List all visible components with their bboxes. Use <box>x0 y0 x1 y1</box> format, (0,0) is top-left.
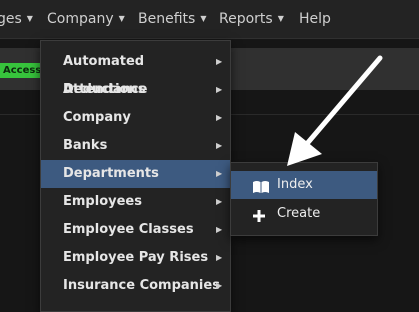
nav-menu-pages[interactable]: ges ▼ <box>0 0 33 38</box>
caret-right-icon: ▶ <box>216 141 223 150</box>
nav-menu-help-label: Help <box>299 11 331 27</box>
nav-menu-help[interactable]: Help <box>299 0 331 38</box>
menu-item-employee-pay-rises[interactable]: Employee Pay Rises ▶ <box>41 244 230 272</box>
caret-right-icon: ▶ <box>216 281 223 290</box>
nav-menu-company-label: Company <box>47 11 114 27</box>
menu-item-company[interactable]: Company ▶ <box>41 104 230 132</box>
menu-item-insurance-companies[interactable]: Insurance Companies ▶ <box>41 272 230 300</box>
menu-item-automated-deductions[interactable]: Automated Deductions ▶ <box>41 48 230 97</box>
caret-right-icon: ▶ <box>216 113 223 122</box>
menu-item-label: Departments <box>63 166 159 181</box>
nav-menu-benefits[interactable]: Benefits ▼ <box>138 0 206 38</box>
nav-menu-benefits-label: Benefits <box>138 11 196 27</box>
access-badge: Access <box>0 63 45 78</box>
submenu-item-create[interactable]: Create <box>231 200 377 228</box>
menu-item-label: Employee Pay Rises <box>63 250 209 265</box>
caret-down-icon: ▼ <box>118 14 125 23</box>
caret-right-icon: ▶ <box>216 169 223 178</box>
nav-menu-reports[interactable]: Reports ▼ <box>219 0 284 38</box>
plus-icon <box>252 206 266 234</box>
caret-right-icon: ▶ <box>216 85 223 94</box>
caret-right-icon: ▶ <box>216 225 223 234</box>
menu-item-banks[interactable]: Banks ▶ <box>41 132 230 160</box>
menu-item-departments[interactable]: Departments ▶ <box>41 160 230 188</box>
submenu-item-label: Create <box>277 206 321 221</box>
caret-right-icon: ▶ <box>216 197 223 206</box>
menu-item-attendance[interactable]: Attendance ▶ <box>41 76 230 104</box>
company-dropdown-menu: Automated Deductions ▶ Attendance ▶ Comp… <box>40 40 231 312</box>
submenu-item-index[interactable]: Index <box>231 171 377 199</box>
menu-item-employees[interactable]: Employees ▶ <box>41 188 230 216</box>
submenu-item-label: Index <box>277 177 313 192</box>
caret-down-icon: ▼ <box>200 14 207 23</box>
menu-item-label: Employees <box>63 194 142 209</box>
caret-right-icon: ▶ <box>216 57 223 66</box>
caret-down-icon: ▼ <box>277 14 284 23</box>
nav-menu-company[interactable]: Company ▼ <box>47 0 125 38</box>
departments-submenu: Index Create <box>230 162 378 236</box>
menu-item-label: Insurance Companies <box>63 278 220 293</box>
menu-item-label: Attendance <box>63 82 148 97</box>
menu-item-employee-classes[interactable]: Employee Classes ▶ <box>41 216 230 244</box>
nav-menu-reports-label: Reports <box>219 11 273 27</box>
menu-item-label: Employee Classes <box>63 222 194 237</box>
top-navbar: ges ▼ Company ▼ Benefits ▼ Reports ▼ Help <box>0 0 419 39</box>
menu-item-label: Company <box>63 110 131 125</box>
caret-right-icon: ▶ <box>216 253 223 262</box>
menu-item-label: Banks <box>63 138 108 153</box>
caret-down-icon: ▼ <box>26 14 33 23</box>
nav-menu-pages-label: ges <box>0 11 22 27</box>
